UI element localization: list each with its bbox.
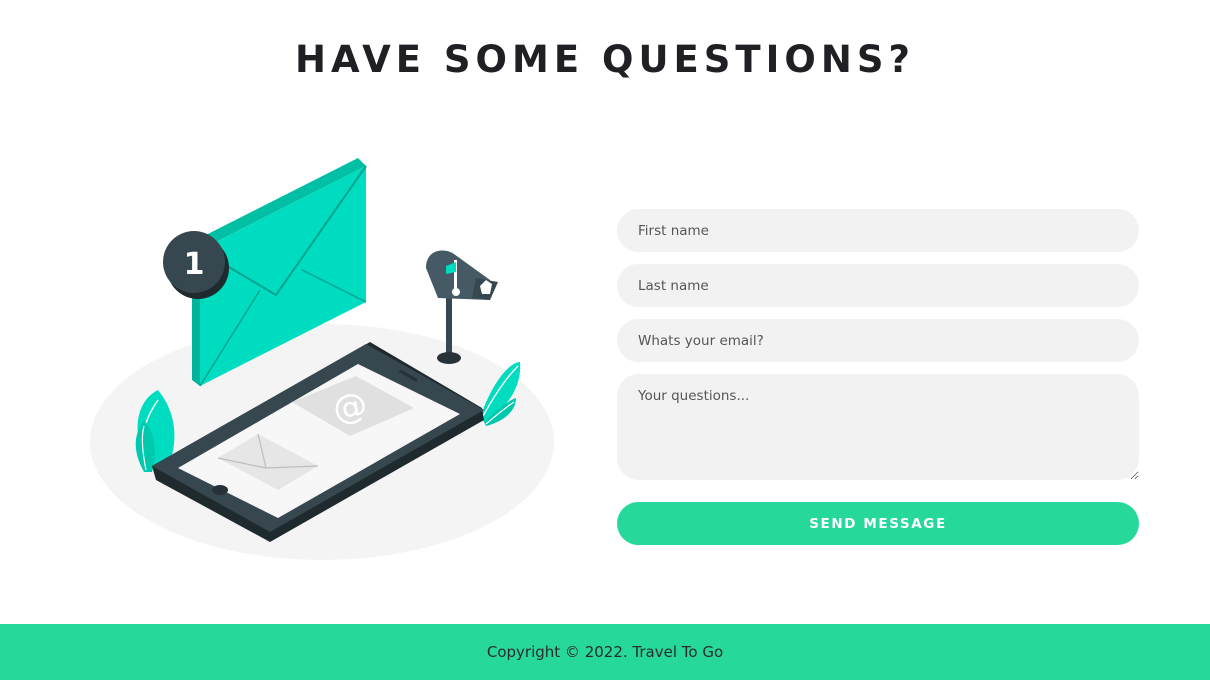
questions-textarea[interactable] bbox=[617, 374, 1139, 480]
copyright-text: Copyright © 2022. Travel To Go bbox=[486, 643, 724, 661]
contact-page: HAVE SOME QUESTIONS? 1 @ First name Last… bbox=[0, 0, 1210, 680]
email-input[interactable] bbox=[617, 319, 1139, 362]
mail-illustration: 1 @ bbox=[90, 158, 554, 560]
page-title: HAVE SOME QUESTIONS? bbox=[295, 38, 915, 81]
last-name-input[interactable] bbox=[617, 264, 1139, 307]
badge-number: 1 bbox=[184, 247, 205, 282]
send-message-button[interactable]: SEND MESSAGE bbox=[617, 502, 1139, 545]
at-symbol: @ bbox=[330, 385, 370, 430]
footer: Copyright © 2022. Travel To Go bbox=[0, 624, 1210, 680]
first-name-input[interactable] bbox=[617, 209, 1139, 252]
contact-form: SEND MESSAGE bbox=[617, 209, 1139, 545]
